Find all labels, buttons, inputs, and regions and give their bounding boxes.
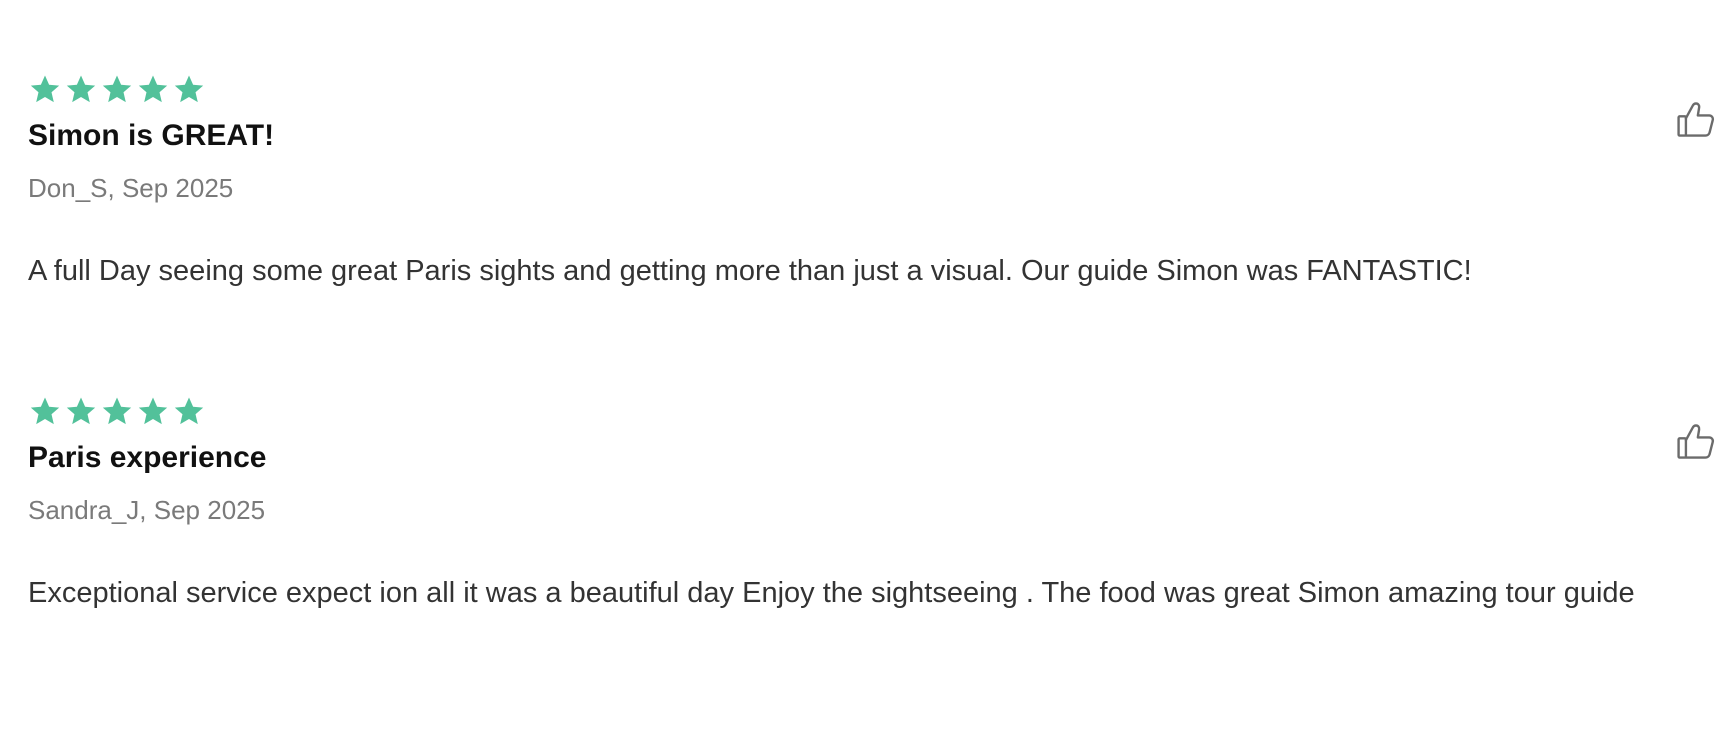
- review-card: Paris experience Sandra_J, Sep 2025 Exce…: [28, 394, 1718, 617]
- review-title: Paris experience: [28, 441, 267, 474]
- review-author-date: Don_S, Sep 2025: [28, 173, 234, 203]
- star-rating: [28, 72, 1718, 108]
- star-icon: [64, 395, 98, 429]
- star-icon: [136, 395, 170, 429]
- review-title: Simon is GREAT!: [28, 119, 275, 152]
- thumbs-up-icon[interactable]: [1674, 420, 1718, 464]
- review-card: Simon is GREAT! Don_S, Sep 2025 A full D…: [28, 72, 1718, 295]
- review-author-date: Sandra_J, Sep 2025: [28, 495, 266, 525]
- star-icon: [100, 73, 134, 107]
- reviews-list: Simon is GREAT! Don_S, Sep 2025 A full D…: [0, 0, 1732, 750]
- star-icon: [28, 73, 62, 107]
- star-icon: [172, 395, 206, 429]
- star-icon: [64, 73, 98, 107]
- star-icon: [172, 73, 206, 107]
- star-icon: [28, 395, 62, 429]
- review-text: Exceptional service expect ion all it wa…: [28, 577, 1635, 609]
- star-rating: [28, 394, 1718, 430]
- star-icon: [100, 395, 134, 429]
- star-icon: [136, 73, 170, 107]
- review-text: A full Day seeing some great Paris sight…: [28, 255, 1472, 287]
- thumbs-up-icon[interactable]: [1674, 98, 1718, 142]
